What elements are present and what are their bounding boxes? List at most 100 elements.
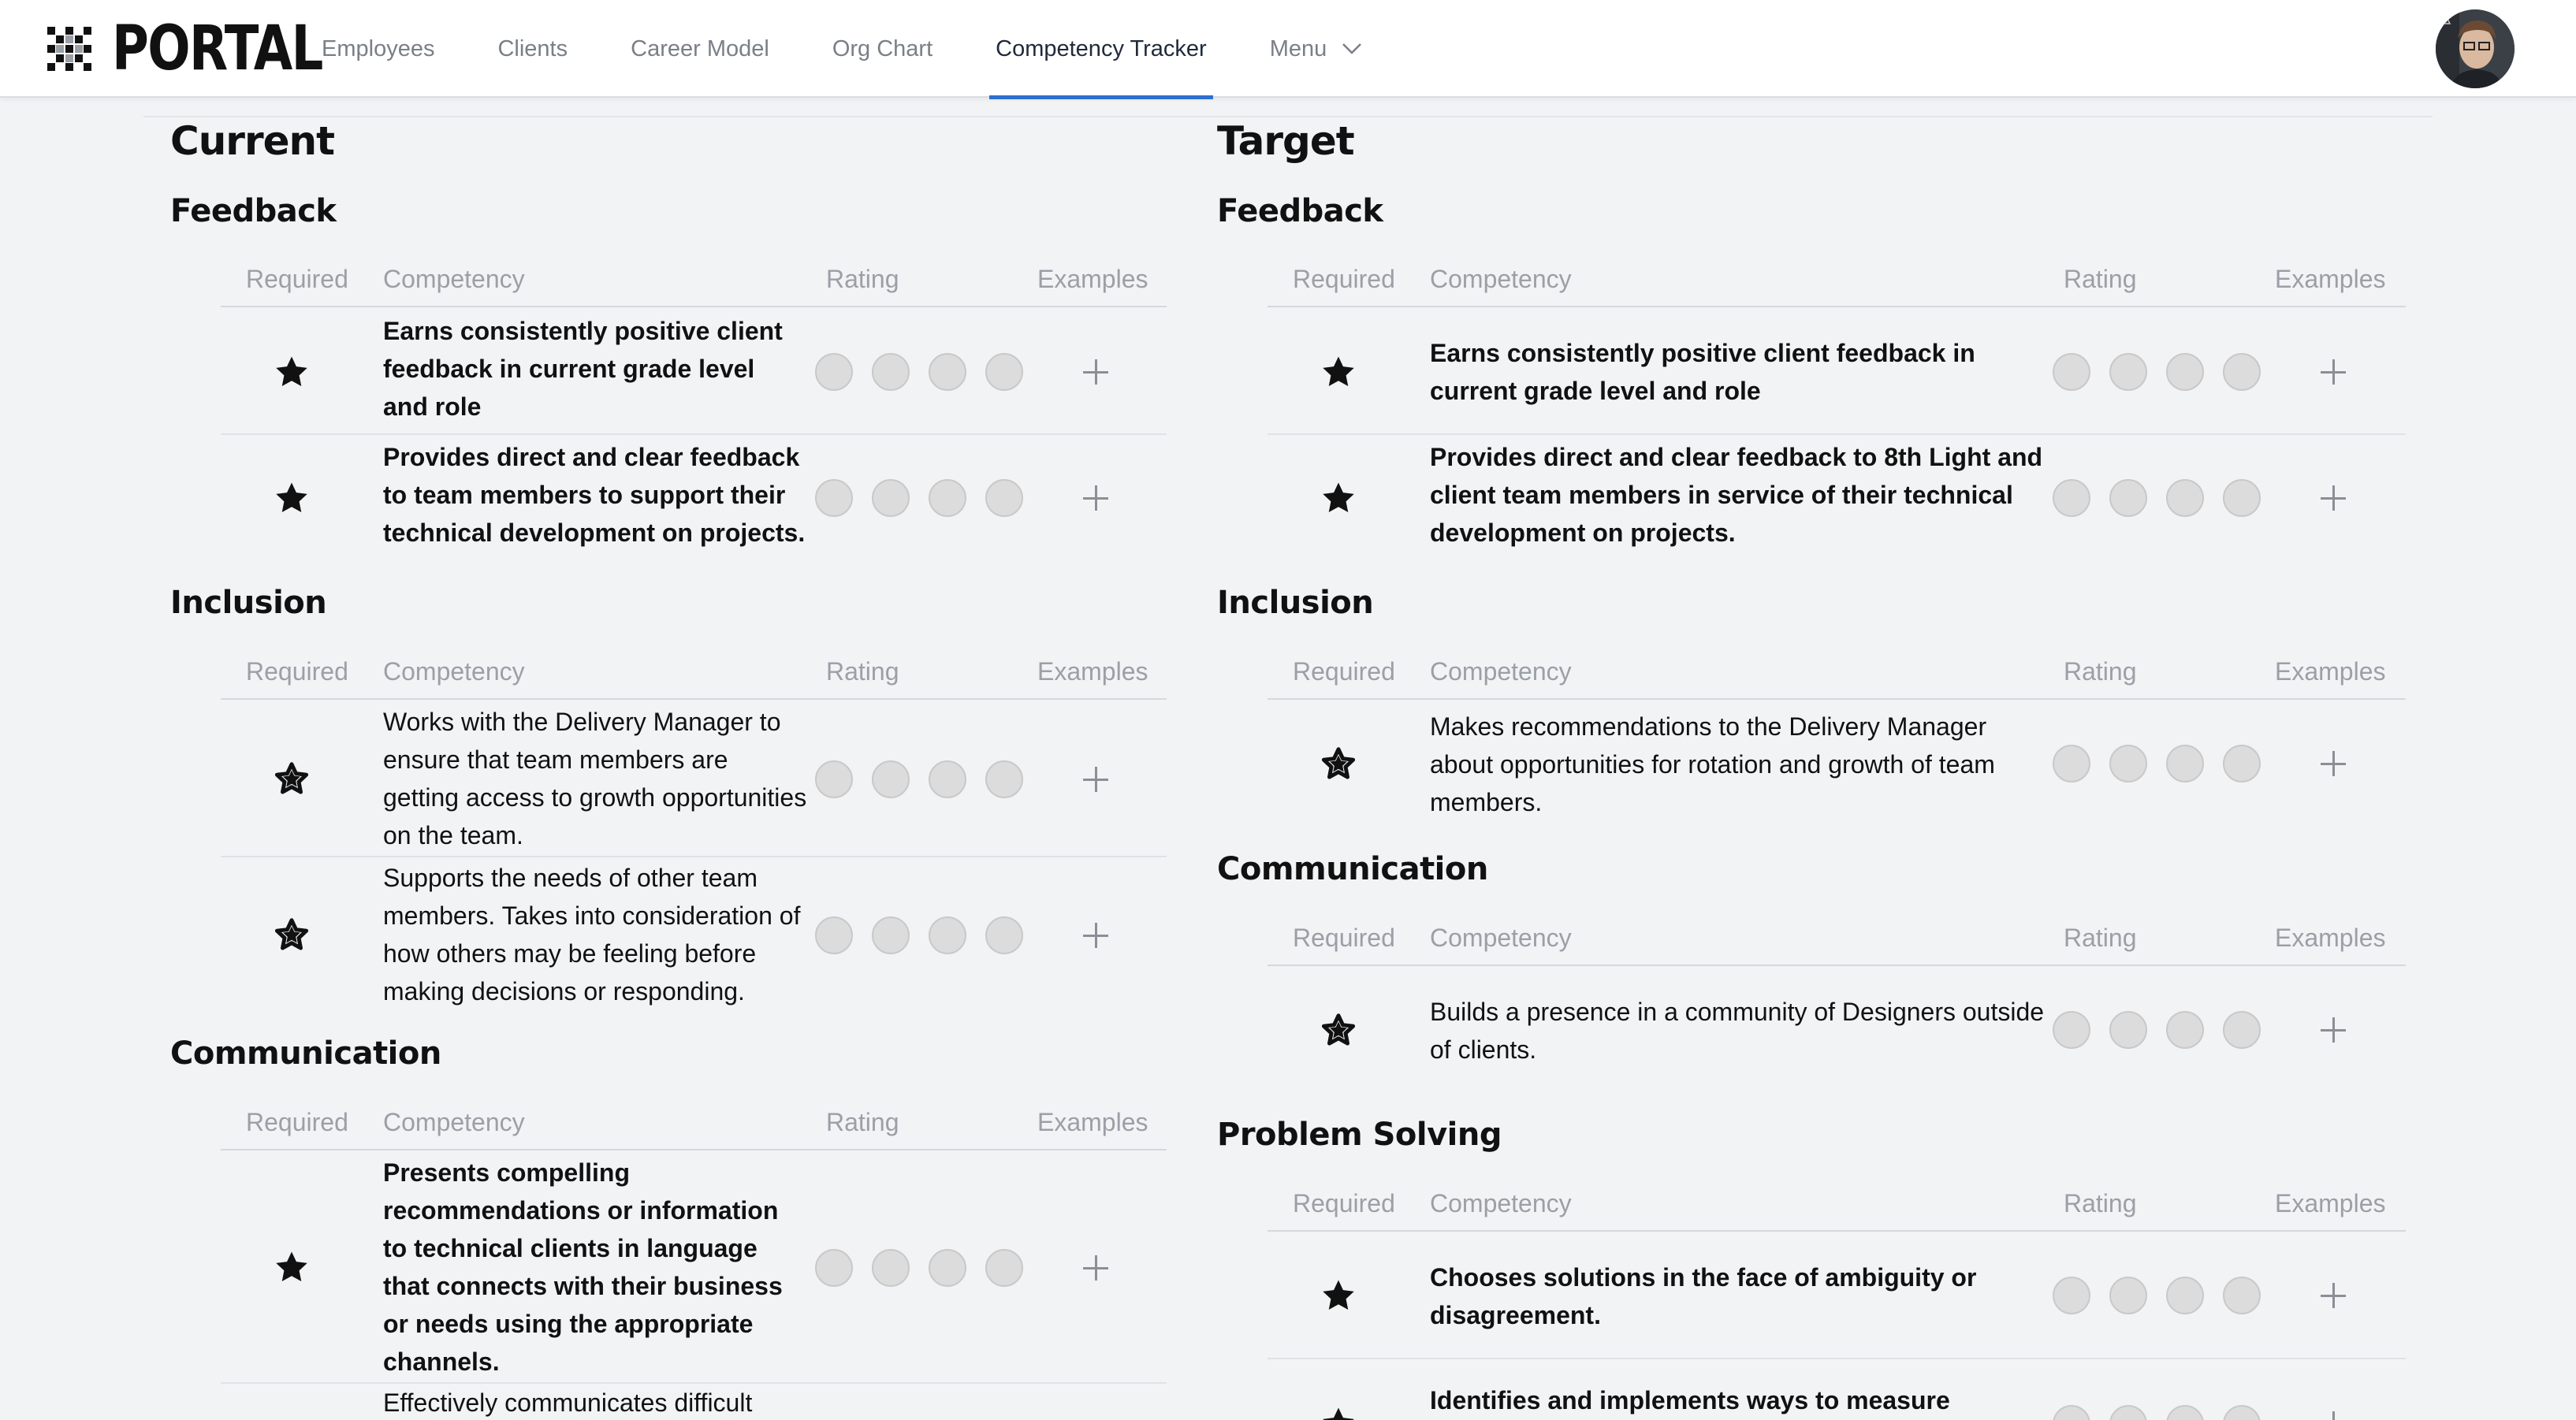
rating-dot-4[interactable] <box>985 1249 1023 1287</box>
rating-dot-1[interactable] <box>815 760 853 798</box>
target-problem-solving-table-header: Required Competency Rating Examples <box>1268 1183 2406 1232</box>
rating-dot-1[interactable] <box>2053 1405 2090 1420</box>
rating-dot-4[interactable] <box>2223 745 2261 782</box>
rating-dot-4[interactable] <box>985 916 1023 954</box>
rating-dot-4[interactable] <box>985 479 1023 517</box>
rating-dot-3[interactable] <box>2166 745 2204 782</box>
add-example-plus-icon[interactable] <box>1080 920 1111 951</box>
header-required: Required <box>1293 1189 1395 1217</box>
target-communication-title: Communication <box>1217 851 1488 887</box>
rating-dot-3[interactable] <box>2166 353 2204 391</box>
add-example-plus-icon[interactable] <box>2317 356 2349 388</box>
table-row: Identifies and implements ways to measur… <box>1268 1359 2406 1420</box>
rating-dot-3[interactable] <box>2166 1405 2204 1420</box>
rating-dot-3[interactable] <box>929 760 966 798</box>
add-example-plus-icon[interactable] <box>2317 482 2349 514</box>
avatar-portrait-icon <box>2436 9 2515 88</box>
header-examples: Examples <box>1037 265 1148 293</box>
rating-dot-2[interactable] <box>872 353 910 391</box>
rating-dot-2[interactable] <box>872 760 910 798</box>
rating-dot-4[interactable] <box>2223 353 2261 391</box>
rating-dot-2[interactable] <box>2109 353 2147 391</box>
table-row: Presents compelling recommendations or i… <box>221 1152 1167 1384</box>
rating-dot-4[interactable] <box>2223 1277 2261 1314</box>
required-star-icon <box>1323 482 1354 513</box>
header-rating: Rating <box>826 1108 899 1136</box>
add-example-plus-icon[interactable] <box>1080 482 1111 514</box>
nav-competency-tracker[interactable]: Competency Tracker <box>989 0 1213 99</box>
required-star-icon <box>1321 1013 1356 1046</box>
rating-dot-1[interactable] <box>815 1249 853 1287</box>
rating-selector <box>2053 745 2280 782</box>
table-row: Earns consistently positive client feedb… <box>221 309 1167 435</box>
nav-menu-dropdown[interactable]: Menu <box>1264 0 1370 98</box>
rating-selector <box>2053 353 2280 391</box>
header-competency: Competency <box>1430 265 1572 293</box>
header-required: Required <box>1293 657 1395 686</box>
nav-clients[interactable]: Clients <box>491 0 574 98</box>
rating-selector <box>2053 479 2280 517</box>
rating-dot-1[interactable] <box>2053 1277 2090 1314</box>
required-star-icon <box>1323 1407 1354 1420</box>
rating-dot-2[interactable] <box>872 479 910 517</box>
rating-dot-1[interactable] <box>815 479 853 517</box>
rating-dot-2[interactable] <box>2109 1277 2147 1314</box>
user-avatar[interactable] <box>2436 9 2515 88</box>
current-inclusion-table-header: Required Competency Rating Examples <box>221 651 1167 700</box>
rating-dot-1[interactable] <box>815 353 853 391</box>
nav-career-model[interactable]: Career Model <box>624 0 776 98</box>
current-communication-table-header: Required Competency Rating Examples <box>221 1102 1167 1150</box>
rating-dot-3[interactable] <box>929 916 966 954</box>
competency-text: Makes recommendations to the Delivery Ma… <box>1430 712 1995 816</box>
competency-text: Provides direct and clear feedback to te… <box>383 443 806 547</box>
rating-dot-4[interactable] <box>2223 1011 2261 1049</box>
rating-dot-2[interactable] <box>872 1249 910 1287</box>
rating-dot-3[interactable] <box>2166 479 2204 517</box>
add-example-plus-icon[interactable] <box>2317 1280 2349 1311</box>
rating-dot-1[interactable] <box>2053 353 2090 391</box>
rating-dot-4[interactable] <box>2223 1405 2261 1420</box>
rating-dot-1[interactable] <box>2053 479 2090 517</box>
header-competency: Competency <box>1430 657 1572 686</box>
rating-dot-4[interactable] <box>2223 479 2261 517</box>
logo-mark-icon <box>47 27 91 71</box>
rating-dot-3[interactable] <box>929 353 966 391</box>
required-star-icon <box>276 482 307 513</box>
add-example-plus-icon[interactable] <box>2317 1408 2349 1420</box>
competency-text: Effectively communicates difficult <box>383 1388 753 1417</box>
table-row: Earns consistently positive client feedb… <box>1268 309 2406 435</box>
rating-dot-1[interactable] <box>2053 1011 2090 1049</box>
rating-dot-2[interactable] <box>2109 479 2147 517</box>
add-example-plus-icon[interactable] <box>1080 1252 1111 1284</box>
rating-selector <box>815 353 1042 391</box>
header-examples: Examples <box>2275 924 2386 952</box>
competency-text: Identifies and implements ways to measur… <box>1430 1386 1950 1414</box>
top-navigation-bar: PORTAL Employees Clients Career Model Or… <box>0 0 2576 99</box>
required-star-icon <box>274 918 309 950</box>
rating-dot-2[interactable] <box>2109 745 2147 782</box>
required-star-icon <box>1323 1280 1354 1310</box>
rating-dot-2[interactable] <box>872 916 910 954</box>
target-column-title: Target <box>1217 118 1355 164</box>
rating-dot-2[interactable] <box>2109 1011 2147 1049</box>
nav-employees[interactable]: Employees <box>315 0 441 98</box>
rating-dot-1[interactable] <box>2053 745 2090 782</box>
rating-dot-1[interactable] <box>815 916 853 954</box>
competency-text: Earns consistently positive client feedb… <box>383 317 783 421</box>
rating-dot-4[interactable] <box>985 760 1023 798</box>
rating-dot-3[interactable] <box>2166 1011 2204 1049</box>
add-example-plus-icon[interactable] <box>1080 764 1111 795</box>
rating-dot-4[interactable] <box>985 353 1023 391</box>
rating-dot-3[interactable] <box>929 479 966 517</box>
header-required: Required <box>1293 924 1395 952</box>
header-required: Required <box>1293 265 1395 293</box>
nav-org-chart[interactable]: Org Chart <box>826 0 939 98</box>
add-example-plus-icon[interactable] <box>2317 1014 2349 1046</box>
target-inclusion-table-header: Required Competency Rating Examples <box>1268 651 2406 700</box>
chevron-down-icon <box>1342 43 1362 54</box>
rating-dot-2[interactable] <box>2109 1405 2147 1420</box>
rating-dot-3[interactable] <box>2166 1277 2204 1314</box>
rating-dot-3[interactable] <box>929 1249 966 1287</box>
add-example-plus-icon[interactable] <box>1080 356 1111 388</box>
add-example-plus-icon[interactable] <box>2317 748 2349 779</box>
